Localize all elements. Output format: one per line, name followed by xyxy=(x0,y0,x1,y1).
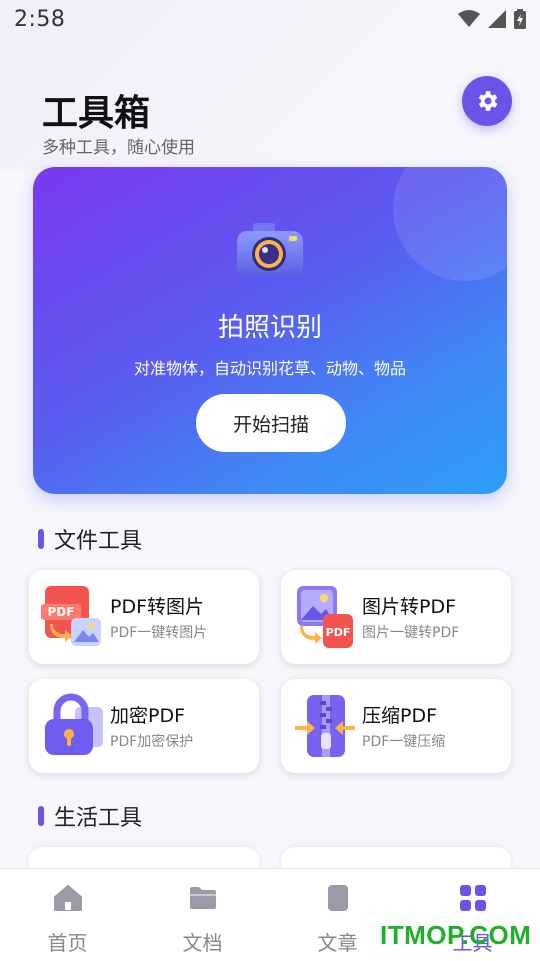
tool-subtitle: PDF一键压缩 xyxy=(362,734,446,750)
watermark: ITMOP.COM xyxy=(380,920,532,950)
nav-item-documents[interactable]: 文档 xyxy=(135,869,270,961)
tool-subtitle: PDF加密保护 xyxy=(110,734,194,750)
settings-button[interactable] xyxy=(462,76,512,126)
gear-icon xyxy=(478,91,498,111)
svg-text:PDF: PDF xyxy=(48,605,75,619)
page-title: 工具箱 xyxy=(42,93,151,134)
section-title: 生活工具 xyxy=(54,806,143,831)
nav-item-home[interactable]: 首页 xyxy=(0,869,135,961)
hero-title: 拍照识别 xyxy=(217,313,322,343)
nav-label: 首页 xyxy=(47,931,88,955)
hero-description: 对准物体，自动识别花草、动物、物品 xyxy=(133,359,406,378)
tool-subtitle: 图片一键转PDF xyxy=(362,625,460,641)
nav-label: 文档 xyxy=(182,931,223,955)
section-marker xyxy=(38,806,44,826)
article-icon xyxy=(323,883,353,913)
status-icons xyxy=(458,9,526,29)
battery-icon xyxy=(514,9,526,29)
tool-card-encrypt-pdf[interactable]: 加密PDF PDF加密保护 xyxy=(29,679,259,773)
status-bar: 2:58 xyxy=(0,0,540,38)
nav-label: 文章 xyxy=(317,931,358,955)
tool-card-pdf-to-image[interactable]: PDF PDF转图片 PDF一键转图片 xyxy=(29,570,259,664)
home-icon xyxy=(53,883,83,913)
grid-icon xyxy=(458,883,488,913)
pdf-to-image-icon: PDF xyxy=(41,586,101,646)
tool-subtitle: PDF一键转图片 xyxy=(110,625,208,641)
section-title: 文件工具 xyxy=(54,529,143,554)
lock-pdf-icon xyxy=(45,693,103,755)
wifi-icon xyxy=(458,10,480,27)
tool-card-compress-pdf[interactable]: 压缩PDF PDF一键压缩 xyxy=(281,679,511,773)
tool-title: 图片转PDF xyxy=(362,596,457,618)
section-file-tools: 文件工具 xyxy=(38,523,142,555)
page-subtitle: 多种工具，随心使用 xyxy=(42,138,195,158)
photo-recognition-card[interactable]: 拍照识别 对准物体，自动识别花草、动物、物品 开始扫描 xyxy=(33,167,507,494)
svg-text:PDF: PDF xyxy=(326,626,351,639)
status-time: 2:58 xyxy=(14,6,66,32)
tool-title: PDF转图片 xyxy=(110,596,205,618)
tool-title: 压缩PDF xyxy=(362,705,438,727)
tool-title: 加密PDF xyxy=(110,705,186,727)
tool-card-image-to-pdf[interactable]: PDF 图片转PDF 图片一键转PDF xyxy=(281,570,511,664)
camera-icon xyxy=(237,223,303,277)
section-marker xyxy=(38,529,44,549)
start-scan-button[interactable]: 开始扫描 xyxy=(196,394,346,452)
image-to-pdf-icon: PDF xyxy=(297,586,353,648)
hero-decoration xyxy=(393,167,507,281)
section-life-tools: 生活工具 xyxy=(38,800,142,832)
signal-icon xyxy=(488,10,506,28)
folder-icon xyxy=(188,883,218,913)
zip-pdf-icon xyxy=(295,695,355,757)
